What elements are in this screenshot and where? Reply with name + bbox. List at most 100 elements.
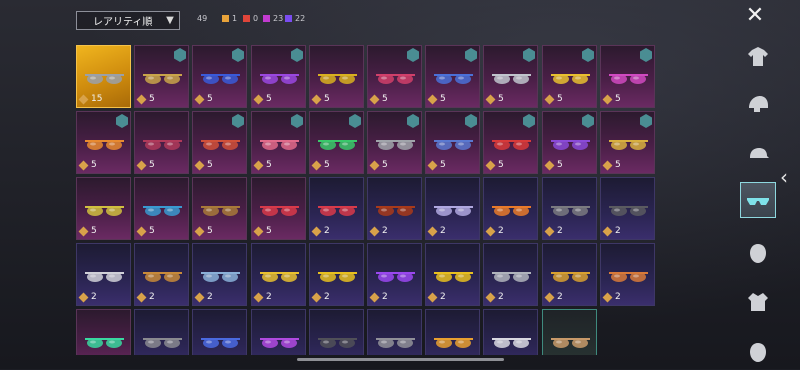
- item-slot[interactable]: 2: [309, 243, 364, 306]
- quantity-value: 5: [207, 226, 213, 236]
- item-slot[interactable]: 5: [134, 45, 189, 108]
- item-quantity: 5: [136, 226, 155, 236]
- leather-band-icon: [374, 198, 417, 222]
- category-sidebar: [740, 38, 776, 369]
- item-slot[interactable]: 5: [251, 177, 306, 240]
- item-quantity: 5: [427, 94, 446, 104]
- neon-shades-icon: [83, 330, 126, 354]
- item-quantity: 5: [427, 160, 446, 170]
- item-slot[interactable]: 5: [367, 45, 422, 108]
- item-slot[interactable]: 2: [251, 243, 306, 306]
- item-slot[interactable]: 5: [192, 45, 247, 108]
- quantity-value: 2: [440, 226, 446, 236]
- category-tab-jacket[interactable]: [740, 283, 776, 319]
- item-slot[interactable]: 2: [425, 177, 480, 240]
- item-slot[interactable]: 2: [483, 243, 538, 306]
- item-slot[interactable]: 5: [600, 111, 655, 174]
- purple-round-glasses-icon: [549, 132, 592, 156]
- item-quantity: 2: [253, 292, 272, 302]
- item-slot[interactable]: 2: [425, 243, 480, 306]
- item-slot[interactable]: 5: [542, 111, 597, 174]
- item-slot[interactable]: [367, 309, 422, 355]
- category-tab-glasses[interactable]: [740, 182, 776, 218]
- item-slot[interactable]: 5: [251, 45, 306, 108]
- item-slot[interactable]: 2: [309, 177, 364, 240]
- quantity-value: 2: [382, 226, 388, 236]
- item-slot[interactable]: 2: [134, 243, 189, 306]
- item-slot[interactable]: 5: [425, 111, 480, 174]
- diamond-icon: [485, 94, 496, 104]
- item-slot[interactable]: [76, 309, 131, 355]
- sort-dropdown[interactable]: レアリティ順 ▼: [76, 11, 180, 30]
- item-slot[interactable]: 5: [134, 177, 189, 240]
- diamond-icon: [194, 160, 205, 170]
- item-slot[interactable]: 5: [192, 111, 247, 174]
- item-slot[interactable]: 2: [192, 243, 247, 306]
- item-slot[interactable]: 5: [192, 177, 247, 240]
- item-slot[interactable]: 5: [483, 45, 538, 108]
- category-tab-mask[interactable]: [740, 235, 776, 271]
- item-slot[interactable]: 2: [542, 243, 597, 306]
- horizontal-scrollbar[interactable]: [297, 358, 504, 361]
- item-slot[interactable]: 5: [76, 177, 131, 240]
- item-quantity: 2: [311, 292, 330, 302]
- quantity-value: 5: [149, 226, 155, 236]
- collapse-panel-chevron-icon[interactable]: ‹: [780, 165, 788, 189]
- close-icon[interactable]: ✕: [744, 5, 766, 28]
- item-slot[interactable]: 2: [600, 177, 655, 240]
- item-quantity: 5: [602, 94, 621, 104]
- rarity-count-1: 0: [243, 14, 258, 23]
- item-slot[interactable]: 2: [600, 243, 655, 306]
- small-red-glasses-icon: [316, 198, 359, 222]
- item-slot[interactable]: 2: [483, 177, 538, 240]
- item-quantity: 5: [194, 160, 213, 170]
- item-slot[interactable]: 5: [367, 111, 422, 174]
- item-slot[interactable]: 5: [309, 111, 364, 174]
- diamond-icon: [136, 226, 147, 236]
- category-tab-shirt[interactable]: [740, 38, 776, 74]
- item-slot[interactable]: 2: [542, 177, 597, 240]
- item-slot[interactable]: [542, 309, 597, 355]
- quantity-value: 5: [440, 94, 446, 104]
- item-slot[interactable]: 5: [76, 111, 131, 174]
- item-quantity: 5: [78, 160, 97, 170]
- item-slot[interactable]: [425, 309, 480, 355]
- winged-glasses-icon: [83, 66, 126, 90]
- category-tab-face-paint[interactable]: [740, 334, 776, 370]
- item-slot[interactable]: [309, 309, 364, 355]
- black-strap-glasses-icon: [607, 198, 650, 222]
- item-slot[interactable]: [134, 309, 189, 355]
- diamond-icon: [602, 292, 613, 302]
- item-slot[interactable]: 5: [425, 45, 480, 108]
- category-tab-helmet[interactable]: [740, 86, 776, 122]
- dark-eyepatch-icon: [549, 198, 592, 222]
- item-quantity: 2: [602, 292, 621, 302]
- item-slot[interactable]: 5: [542, 45, 597, 108]
- item-quantity: 2: [427, 292, 446, 302]
- item-slot[interactable]: 15: [76, 45, 131, 108]
- item-slot[interactable]: 5: [483, 111, 538, 174]
- item-slot[interactable]: 2: [367, 177, 422, 240]
- quantity-value: 2: [615, 292, 621, 302]
- item-slot[interactable]: [251, 309, 306, 355]
- hexagon-badge-icon: [232, 114, 244, 128]
- item-slot[interactable]: 2: [367, 243, 422, 306]
- hexagon-badge-icon: [407, 48, 419, 62]
- item-slot[interactable]: 5: [251, 111, 306, 174]
- diamond-icon: [78, 94, 89, 104]
- item-slot[interactable]: [483, 309, 538, 355]
- diamond-icon: [544, 292, 555, 302]
- category-tab-cap[interactable]: [740, 136, 776, 172]
- violet-shades-icon: [374, 264, 417, 288]
- diamond-icon: [136, 292, 147, 302]
- item-slot[interactable]: 5: [309, 45, 364, 108]
- item-slot[interactable]: 5: [134, 111, 189, 174]
- item-quantity: 5: [136, 94, 155, 104]
- quantity-value: 5: [382, 160, 388, 170]
- rectangle-white-glasses-icon: [490, 330, 533, 354]
- rarity-count-2: 23: [263, 14, 283, 23]
- item-slot[interactable]: 5: [600, 45, 655, 108]
- item-slot[interactable]: 2: [76, 243, 131, 306]
- item-slot[interactable]: [192, 309, 247, 355]
- quantity-value: 2: [557, 226, 563, 236]
